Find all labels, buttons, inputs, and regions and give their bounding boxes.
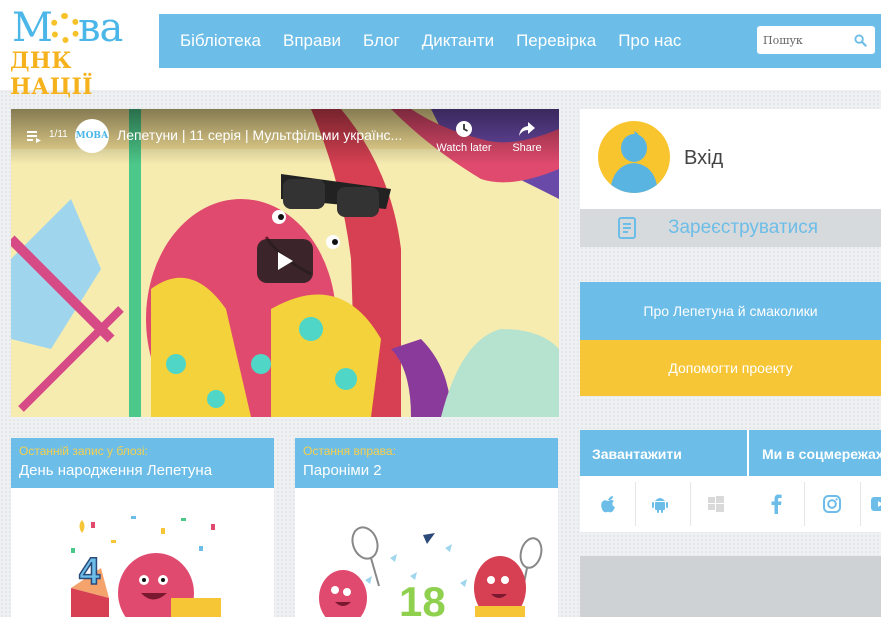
share-button[interactable]: Share <box>505 119 549 154</box>
birthday-illustration: 4 <box>71 516 221 617</box>
logo-wordmark: Мва <box>12 5 123 51</box>
latest-exercise-card[interactable]: Остання вправа: Пароніми 2 18 <box>295 438 558 617</box>
blog-card-header: Останній запис у блозі: День народження … <box>11 438 274 488</box>
windows-icon[interactable] <box>688 476 744 532</box>
downloads-social-panel: Завантажити Ми в соцмережах <box>580 430 881 532</box>
user-silhouette-icon <box>610 131 658 193</box>
exercise-card-title[interactable]: Пароніми 2 <box>303 462 382 479</box>
video-title[interactable]: Лепетуни | 11 серія | Мультфільми україн… <box>117 127 427 143</box>
user-avatar <box>598 121 670 193</box>
watch-later-label: Watch later <box>436 142 492 154</box>
icon-separator <box>635 482 636 526</box>
play-icon <box>278 252 293 270</box>
nav-blog[interactable]: Блог <box>363 31 400 51</box>
nav-library[interactable]: Бібліотека <box>180 31 261 51</box>
playlist-icon[interactable] <box>27 129 41 143</box>
exercise-card-header: Остання вправа: Пароніми 2 <box>295 438 558 488</box>
nav-dictations[interactable]: Диктанти <box>422 31 494 51</box>
watch-later-button[interactable]: Watch later <box>434 119 494 154</box>
download-icons-row <box>580 476 881 532</box>
nav-about[interactable]: Про нас <box>618 31 681 51</box>
video-player[interactable]: 1/11 МОВА Лепетуни | 11 серія | Мультфіл… <box>11 109 559 417</box>
login-link[interactable]: Вхід <box>684 147 723 170</box>
youtube-icon[interactable] <box>852 476 881 532</box>
playlist-count: 1/11 <box>49 129 68 140</box>
android-icon[interactable] <box>632 476 688 532</box>
form-document-icon <box>618 217 636 239</box>
blog-card-kicker: Останній запис у блозі: <box>19 444 148 458</box>
latest-blog-card[interactable]: Останній запис у блозі: День народження … <box>11 438 274 617</box>
share-label: Share <box>512 142 542 154</box>
logo-ring-icon <box>49 13 80 43</box>
clock-icon <box>456 121 472 137</box>
exercise-card-kicker: Остання вправа: <box>303 444 396 458</box>
downloads-header: Завантажити Ми в соцмережах <box>580 430 881 476</box>
nav-check[interactable]: Перевірка <box>516 31 596 51</box>
downloads-title: Завантажити <box>592 446 682 462</box>
main-navigation: Бібліотека Вправи Блог Диктанти Перевірк… <box>159 14 881 68</box>
sidebar-placeholder <box>580 556 881 617</box>
logo-subtitle: ДНК НАЦІЇ <box>10 48 94 100</box>
icon-separator <box>690 482 691 526</box>
social-title: Ми в соцмережах <box>762 446 881 462</box>
about-lepetun-button[interactable]: Про Лепетуна й смаколики <box>580 282 881 340</box>
icon-separator <box>860 482 861 526</box>
search-input[interactable] <box>763 27 849 53</box>
login-panel: Вхід <box>580 109 881 209</box>
share-arrow-icon <box>519 122 535 136</box>
channel-avatar[interactable]: МОВА <box>75 119 109 153</box>
search-box <box>757 26 875 54</box>
exercise-number: 18 <box>399 578 446 617</box>
icon-separator <box>804 482 805 526</box>
nav-exercises[interactable]: Вправи <box>283 31 341 51</box>
apple-icon[interactable] <box>580 476 636 532</box>
site-logo[interactable]: Мва ДНК НАЦІЇ <box>8 5 148 100</box>
badminton-illustration: 18 <box>319 526 543 617</box>
cake-number: 4 <box>79 551 100 593</box>
search-icon[interactable] <box>849 29 871 51</box>
play-button[interactable] <box>257 239 313 283</box>
blog-card-title[interactable]: День народження Лепетуна <box>19 462 212 479</box>
facebook-icon[interactable] <box>748 476 804 532</box>
support-project-button[interactable]: Допомогти проекту <box>580 340 881 396</box>
register-label: Зареєструватися <box>668 217 819 238</box>
register-link[interactable]: Зареєструватися <box>580 209 881 247</box>
